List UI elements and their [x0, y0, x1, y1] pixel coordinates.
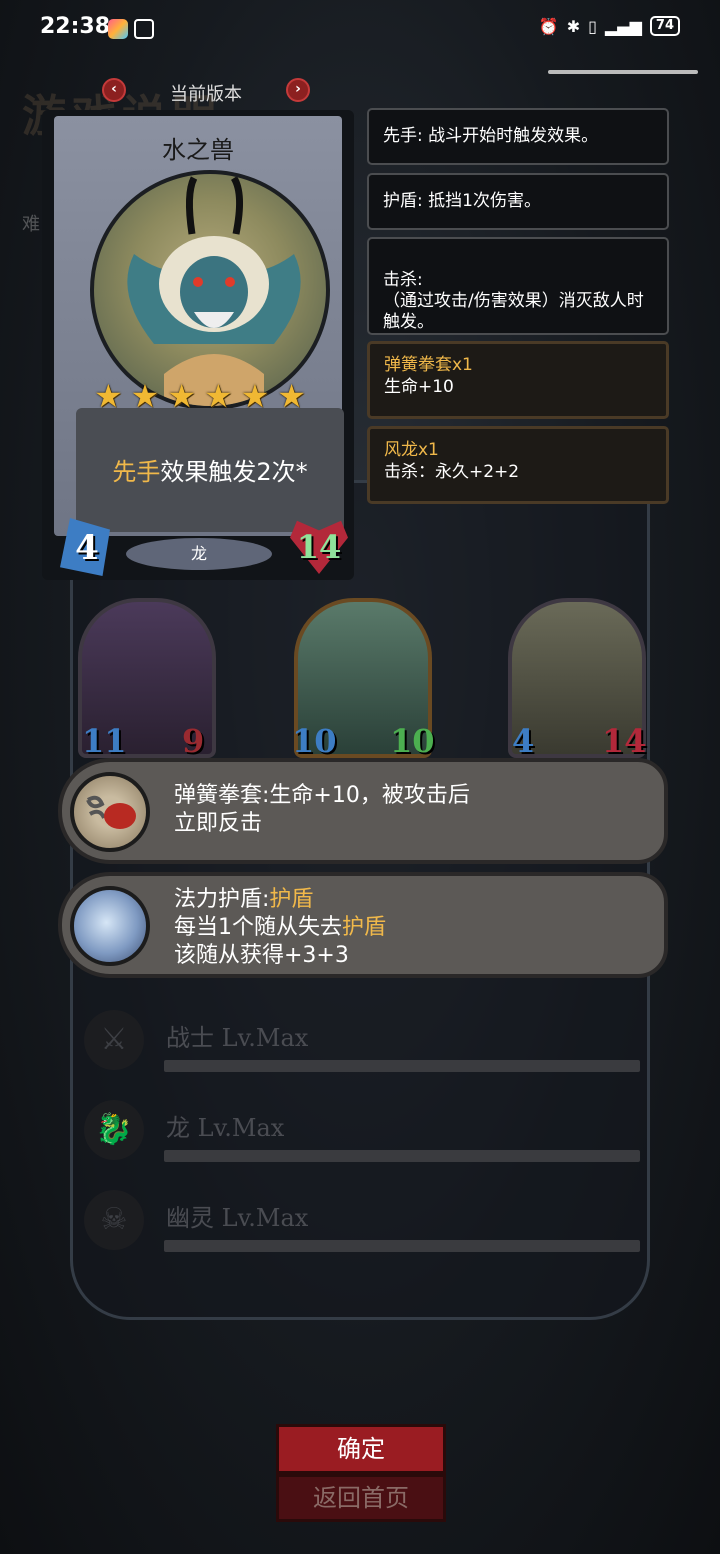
minion-card: 水之兽 先手效果触发2次* ★ ★ ★ ★ ★ ★ 4 14 龙: [42, 110, 354, 580]
card-frame: 水之兽 先手效果触发2次*: [54, 116, 344, 536]
buff-wind-dragon: 风龙x1 击杀：永久+2+2: [367, 426, 669, 504]
class-row-warrior: ⚔ 战士 Lv.Max: [84, 1010, 644, 1080]
ghost-icon: ☠: [84, 1190, 144, 1250]
star-rating: ★ ★ ★ ★ ★ ★: [94, 380, 306, 412]
status-icons: ⏰ ✱ ▯ ▂▄▆ 74: [539, 16, 680, 36]
buff-desc: 生命+10: [384, 377, 454, 397]
star-icon: ★: [203, 377, 233, 415]
item-spring-glove[interactable]: 弹簧拳套:生命+10，被攻击后 立即反击: [58, 758, 668, 864]
item-description: 法力护盾:护盾 每当1个随从失去护盾 该随从获得+3+3: [174, 886, 386, 970]
class-progress-bar: [164, 1060, 640, 1072]
signal-icon: ▂▄▆: [604, 16, 642, 36]
keyword-text: 先手: 战斗开始时触发效果。: [383, 126, 599, 146]
n-icon: [134, 19, 154, 39]
dragon-portrait-icon: [127, 176, 301, 406]
item-line-2: 每当1个随从失去护盾: [174, 914, 386, 942]
card-effect-rest: 效果触发2次*: [160, 458, 308, 486]
star-icon: ★: [94, 377, 123, 415]
bluetooth-icon: ✱: [566, 16, 581, 36]
item-description: 弹簧拳套:生命+10，被攻击后 立即反击: [174, 782, 470, 838]
card-attack: 4: [75, 528, 99, 568]
item-line-1: 弹簧拳套:生命+10，被攻击后: [174, 783, 470, 808]
mana-shield-icon: [70, 886, 150, 966]
item-keyword: 护盾: [269, 887, 314, 912]
class-label: 龙 Lv.Max: [166, 1114, 285, 1142]
item-line-1: 法力护盾:护盾: [174, 886, 386, 914]
keyword-tooltip-shield: 护盾: 抵挡1次伤害。: [367, 173, 669, 230]
buff-title: 风龙x1: [384, 440, 439, 460]
status-time: 22:38: [40, 14, 111, 39]
battery-icon: 74: [649, 16, 680, 36]
dragon-icon: 🐉: [84, 1100, 144, 1160]
keyword-text: 击杀: （通过攻击/伤害效果）消灭敌人时触发。: [383, 270, 644, 332]
sword-icon: ⚔: [84, 1010, 144, 1070]
star-icon: ★: [240, 377, 270, 415]
vibrate-icon: ▯: [588, 16, 597, 36]
keyword-tooltip-first-strike: 先手: 战斗开始时触发效果。: [367, 108, 669, 165]
card-name: 水之兽: [162, 136, 234, 164]
star-icon: ★: [277, 377, 306, 415]
minion-2-health: 10: [390, 722, 435, 760]
buff-title: 弹簧拳套x1: [384, 355, 473, 375]
card-health: 14: [296, 528, 342, 566]
spring-glove-icon: [70, 772, 150, 852]
item-mana-shield[interactable]: 法力护盾:护盾 每当1个随从失去护盾 该随从获得+3+3: [58, 872, 668, 978]
class-progress-bar: [164, 1240, 640, 1252]
star-icon: ★: [130, 377, 160, 415]
item-name: 法力护盾:: [174, 887, 270, 912]
star-icon: ★: [167, 377, 196, 415]
buff-spring-glove: 弹簧拳套x1 生命+10: [367, 341, 669, 419]
minion-2-attack: 10: [292, 722, 337, 760]
version-selector: ‹ 当前版本 ›: [100, 78, 312, 106]
card-effect-text: 先手效果触发2次*: [76, 452, 344, 487]
next-version-button[interactable]: ›: [286, 78, 310, 102]
keyword-text: 护盾: 抵挡1次伤害。: [383, 191, 541, 211]
return-home-button[interactable]: 返回首页: [276, 1474, 446, 1522]
top-divider: [548, 70, 698, 74]
item-keyword-2: 护盾: [342, 915, 387, 940]
class-label: 幽灵 Lv.Max: [166, 1204, 309, 1232]
minion-1-health: 9: [182, 722, 205, 760]
minion-3-attack: 4: [512, 722, 535, 760]
class-progress-bar: [164, 1150, 640, 1162]
card-effect-keyword: 先手: [112, 458, 161, 486]
item-line-2: 立即反击: [174, 811, 263, 836]
item-line-3: 该随从获得+3+3: [174, 943, 349, 968]
buff-desc: 击杀：永久+2+2: [384, 462, 520, 482]
card-tribe: 龙: [126, 538, 272, 570]
glove-graphic: [86, 795, 136, 829]
version-label: 当前版本: [170, 84, 242, 105]
minion-1-attack: 11: [82, 722, 127, 760]
card-art-dragon: [90, 170, 330, 410]
background-difficulty-label: 难: [22, 214, 40, 235]
class-row-dragon: 🐉 龙 Lv.Max: [84, 1100, 644, 1170]
card-text-box: 先手效果触发2次*: [76, 408, 344, 532]
keyword-tooltip-kill: 击杀: （通过攻击/伤害效果）消灭敌人时触发。: [367, 237, 669, 335]
alarm-icon: ⏰: [538, 16, 559, 36]
class-row-ghost: ☠ 幽灵 Lv.Max: [84, 1190, 644, 1260]
app-icon: [108, 19, 128, 39]
item-line-2a: 每当1个随从失去: [174, 915, 342, 940]
class-label: 战士 Lv.Max: [166, 1024, 309, 1052]
status-bar: 22:38 ⏰ ✱ ▯ ▂▄▆ 74: [0, 0, 720, 60]
confirm-button[interactable]: 确定: [276, 1424, 446, 1474]
minion-3-health: 14: [602, 722, 647, 760]
